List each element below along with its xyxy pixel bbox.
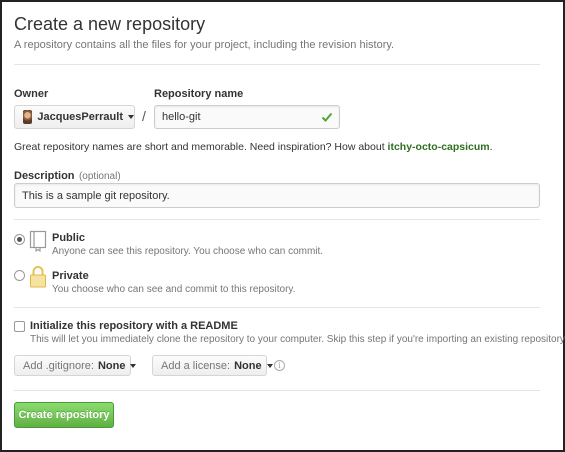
description-value: This is a sample git repository.: [22, 189, 170, 202]
license-dropdown[interactable]: Add a license: None: [152, 355, 273, 376]
repo-name-hint: Great repository names are short and mem…: [14, 141, 493, 153]
private-title: Private: [52, 270, 89, 282]
chevron-down-icon: [130, 363, 137, 368]
divider: [14, 64, 540, 65]
owner-repo-separator: /: [142, 108, 146, 124]
init-readme-description: This will let you immediately clone the …: [30, 334, 565, 345]
create-repository-button[interactable]: Create repository: [14, 402, 114, 428]
page-subtitle: A repository contains all the files for …: [14, 39, 395, 51]
optional-note: (optional): [78, 171, 121, 182]
owner-dropdown[interactable]: JacquesPerrault: [14, 105, 135, 129]
divider: [14, 390, 540, 391]
owner-label: Owner: [14, 88, 49, 100]
repo-name-value: hello-git: [162, 111, 201, 123]
lock-icon: [30, 266, 46, 288]
repo-name-input[interactable]: hello-git: [154, 105, 340, 129]
init-readme-title: Initialize this repository with a README: [30, 320, 238, 332]
hint-text: Great repository names are short and mem…: [14, 141, 388, 153]
gitignore-dropdown[interactable]: Add .gitignore: None: [14, 355, 137, 376]
gitignore-value: None: [97, 359, 126, 372]
name-suggestion-link[interactable]: itchy-octo-capsicum: [388, 141, 490, 153]
private-description: You choose who can see and commit to thi…: [52, 284, 296, 295]
public-title: Public: [52, 232, 86, 244]
chevron-down-icon: [128, 115, 134, 119]
public-radio[interactable]: [14, 234, 25, 245]
description-label-row: Description (optional): [14, 166, 121, 184]
private-radio[interactable]: [14, 270, 25, 281]
info-icon[interactable]: i: [274, 360, 285, 371]
chevron-down-icon: [266, 363, 273, 368]
gitignore-label: Add .gitignore:: [23, 359, 94, 372]
public-description: Anyone can see this repository. You choo…: [52, 246, 324, 257]
avatar: [23, 110, 33, 124]
license-label: Add a license:: [161, 359, 231, 372]
check-icon: [321, 112, 333, 122]
divider: [14, 307, 540, 308]
repo-book-icon: [29, 230, 47, 252]
owner-name: JacquesPerrault: [37, 111, 123, 123]
init-readme-checkbox[interactable]: [14, 321, 25, 332]
hint-end: .: [489, 141, 493, 153]
description-label: Description: [14, 170, 75, 182]
license-value: None: [234, 359, 262, 372]
description-input[interactable]: This is a sample git repository.: [14, 183, 540, 208]
repo-name-label: Repository name: [154, 88, 244, 100]
divider: [14, 219, 540, 220]
page-title: Create a new repository: [14, 14, 206, 34]
create-repository-page: Create a new repository A repository con…: [0, 0, 565, 452]
